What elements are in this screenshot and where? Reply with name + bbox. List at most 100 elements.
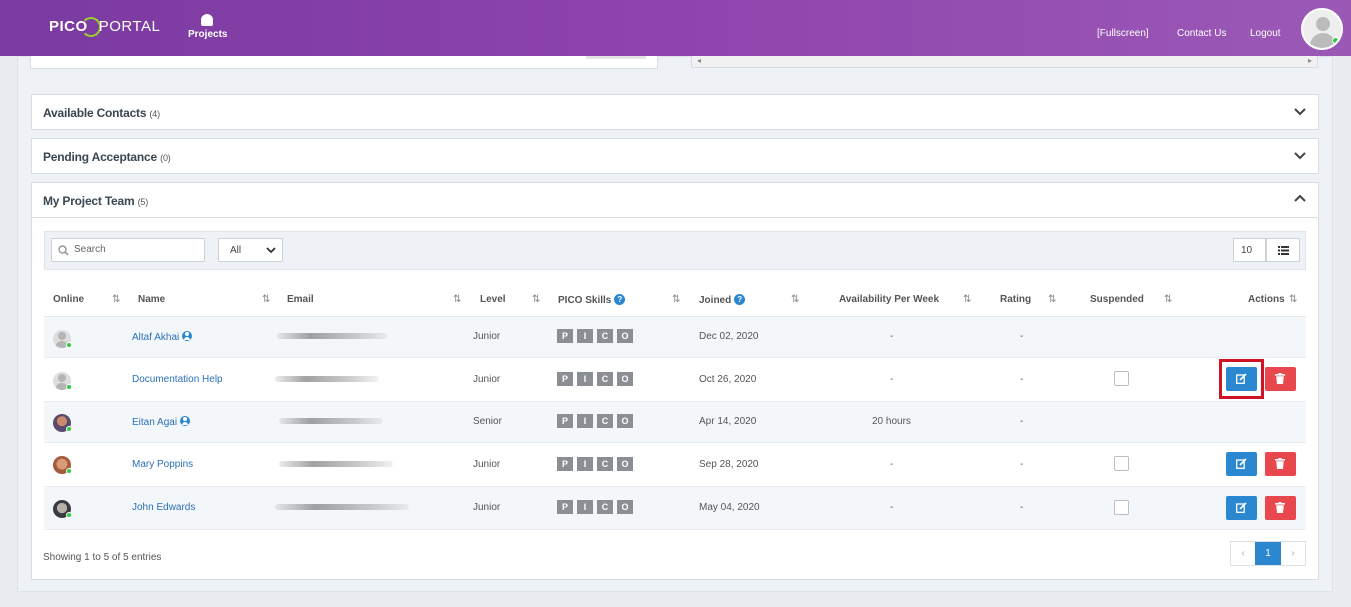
online-status-dot [1332,37,1339,44]
member-name: Eitan Agai [132,417,178,428]
table-row: John Edwards Junior P I C O May 04, 2020… [44,487,1306,530]
table-row: Mary Poppins Junior P I C O Sep 28, 2020… [44,443,1306,487]
skill-c: C [597,414,613,428]
pending-acceptance-panel[interactable]: Pending Acceptance (0) [31,138,1319,174]
nav-projects[interactable]: Projects [188,14,228,40]
edit-icon [1236,502,1247,513]
level: Junior [473,374,501,385]
col-joined-label: Joined [699,295,732,306]
joined-date: May 04, 2020 [699,502,760,513]
search-placeholder: Search [74,244,106,255]
scroll-left-arrow[interactable]: ◂ [697,56,701,65]
sort-icon[interactable]: ⇅ [1164,294,1172,305]
joined-date: Oct 26, 2020 [699,374,757,385]
suspended-checkbox[interactable] [1114,456,1129,471]
skill-i: I [577,457,593,471]
sort-icon[interactable]: ⇅ [1289,294,1297,305]
member-name: Altaf Akhai [132,332,180,343]
chevron-up-icon[interactable] [1294,193,1306,205]
contact-us-link[interactable]: Contact Us [1177,28,1226,39]
rating: - [1020,459,1024,470]
search-input[interactable]: Search [51,238,205,262]
rating: - [1020,374,1024,385]
skill-i: I [577,414,593,428]
col-suspended[interactable]: Suspended [1090,294,1144,305]
member-name-link[interactable]: Documentation Help [132,374,223,385]
col-online[interactable]: Online [53,294,84,305]
sort-icon[interactable]: ⇅ [453,294,461,305]
chevron-down-icon[interactable] [1294,149,1306,161]
delete-button[interactable] [1265,452,1296,476]
help-icon[interactable]: ? [614,294,626,305]
skill-c: C [597,372,613,386]
skill-o: O [617,372,633,386]
skill-i: I [577,329,593,343]
sort-icon[interactable]: ⇅ [1048,294,1056,305]
online-status-dot [66,468,72,474]
member-name-link[interactable]: Mary Poppins [132,459,193,470]
edit-button[interactable] [1226,452,1257,476]
pico-portal-logo[interactable]: PICO PORTAL [49,17,160,37]
edit-button[interactable] [1226,496,1257,520]
rating: - [1020,416,1024,427]
col-rating[interactable]: Rating [1000,294,1031,305]
sort-icon[interactable]: ⇅ [963,294,971,305]
trash-icon [1275,373,1285,384]
skill-p: P [557,372,573,386]
table-row: Eitan Agai Senior P I C O Apr 14, 2020 2… [44,402,1306,443]
col-level[interactable]: Level [480,294,506,305]
page-size-value: 10 [1241,245,1253,256]
nav-projects-label: Projects [188,29,228,40]
fullscreen-link[interactable]: [Fullscreen] [1097,28,1149,39]
user-avatar[interactable] [1301,8,1343,50]
panel-title: My Project Team [43,194,135,208]
available-contacts-panel[interactable]: Available Contacts (4) [31,94,1319,130]
edit-icon [1236,458,1247,469]
page-size-select[interactable]: 10 [1233,238,1266,262]
member-name-link[interactable]: John Edwards [132,502,195,513]
panel-count: (4) [149,109,160,119]
col-name[interactable]: Name [138,294,165,305]
sort-icon[interactable]: ⇅ [262,294,270,305]
online-status-dot [66,342,72,348]
delete-button[interactable] [1265,496,1296,520]
skill-o: O [617,457,633,471]
col-pico-skills[interactable]: PICO Skills? [558,294,626,306]
page-1-button[interactable]: 1 [1255,542,1281,565]
chevron-down-icon[interactable] [1294,105,1306,117]
sort-icon[interactable]: ⇅ [672,294,680,305]
user-circle-icon [182,331,193,341]
help-icon[interactable]: ? [734,294,746,305]
member-name-link[interactable]: Eitan Agai [132,416,191,428]
level: Junior [473,502,501,513]
panel-title: Pending Acceptance [43,150,157,164]
list-icon [1278,246,1289,255]
filter-select[interactable]: All [218,238,283,262]
edit-button-highlight [1219,359,1264,399]
availability: 20 hours [872,416,911,427]
rating: - [1020,502,1024,513]
pagination: ‹ 1 › [1230,541,1306,566]
upper-panel-left [30,56,658,69]
sort-icon[interactable]: ⇅ [791,294,799,305]
rating: - [1020,331,1024,342]
upper-panel-scrollbar[interactable]: ◂ ▸ [691,56,1318,68]
delete-button[interactable] [1265,367,1296,391]
skill-c: C [597,329,613,343]
column-toggle-button[interactable] [1266,238,1300,262]
next-page-button[interactable]: › [1281,542,1305,565]
my-project-team-panel[interactable]: My Project Team (5) [31,182,1319,218]
col-email[interactable]: Email [287,294,314,305]
sort-icon[interactable]: ⇅ [532,294,540,305]
skill-p: P [557,500,573,514]
scroll-right-arrow[interactable]: ▸ [1308,56,1312,65]
table-row: Altaf Akhai Junior P I C O Dec 02, 2020 … [44,317,1306,358]
col-availability[interactable]: Availability Per Week [839,294,939,305]
logout-link[interactable]: Logout [1250,28,1281,39]
col-joined[interactable]: Joined? [699,294,746,306]
suspended-checkbox[interactable] [1114,500,1129,515]
sort-icon[interactable]: ⇅ [112,294,120,305]
suspended-checkbox[interactable] [1114,371,1129,386]
member-name-link[interactable]: Altaf Akhai [132,331,193,343]
prev-page-button[interactable]: ‹ [1231,542,1255,565]
